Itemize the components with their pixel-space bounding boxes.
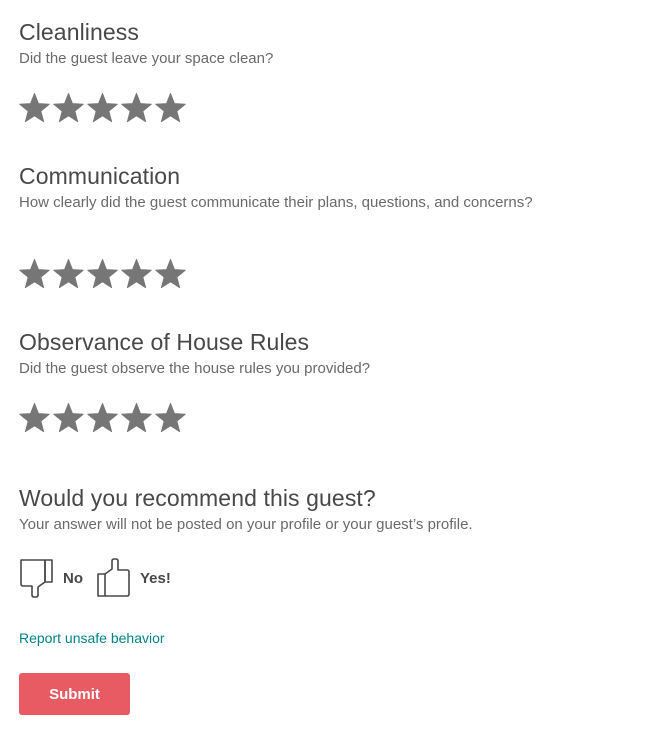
star-icon[interactable] <box>120 402 153 435</box>
house-rules-star-rating <box>18 402 187 435</box>
thumbs-down-icon <box>19 558 54 598</box>
star-icon[interactable] <box>154 92 187 125</box>
recommend-yes-label: Yes! <box>140 569 171 587</box>
star-icon[interactable] <box>86 92 119 125</box>
star-icon[interactable] <box>18 92 51 125</box>
star-icon[interactable] <box>120 258 153 291</box>
house-rules-title: Observance of House Rules <box>19 329 310 355</box>
star-icon[interactable] <box>18 258 51 291</box>
star-icon[interactable] <box>52 402 85 435</box>
communication-title: Communication <box>19 163 181 189</box>
recommend-no-label: No <box>63 569 83 587</box>
recommend-section: Would you recommend this guest? Your ans… <box>19 484 539 536</box>
cleanliness-section: Cleanliness Did the guest leave your spa… <box>19 18 539 70</box>
star-icon[interactable] <box>86 402 119 435</box>
star-icon[interactable] <box>18 402 51 435</box>
star-icon[interactable] <box>120 92 153 125</box>
cleanliness-question: Did the guest leave your space clean? <box>19 50 274 67</box>
recommend-options: No Yes! <box>19 557 171 599</box>
cleanliness-title: Cleanliness <box>19 19 139 45</box>
report-unsafe-behavior-link[interactable]: Report unsafe behavior <box>19 630 165 646</box>
cleanliness-star-rating <box>18 92 187 125</box>
recommend-yes-button[interactable]: Yes! <box>96 558 171 598</box>
house-rules-question: Did the guest observe the house rules yo… <box>19 360 371 377</box>
star-icon[interactable] <box>154 402 187 435</box>
house-rules-section: Observance of House Rules Did the guest … <box>19 328 539 380</box>
star-icon[interactable] <box>52 92 85 125</box>
recommend-no-button[interactable]: No <box>19 558 83 598</box>
communication-question: How clearly did the guest communicate th… <box>19 194 533 211</box>
recommend-title: Would you recommend this guest? <box>19 485 376 511</box>
star-icon[interactable] <box>52 258 85 291</box>
star-icon[interactable] <box>154 258 187 291</box>
recommend-note: Your answer will not be posted on your p… <box>19 516 473 533</box>
communication-section: Communication How clearly did the guest … <box>19 162 539 214</box>
thumbs-up-icon <box>96 558 131 598</box>
submit-button[interactable]: Submit <box>19 673 130 715</box>
star-icon[interactable] <box>86 258 119 291</box>
communication-star-rating <box>18 258 187 291</box>
